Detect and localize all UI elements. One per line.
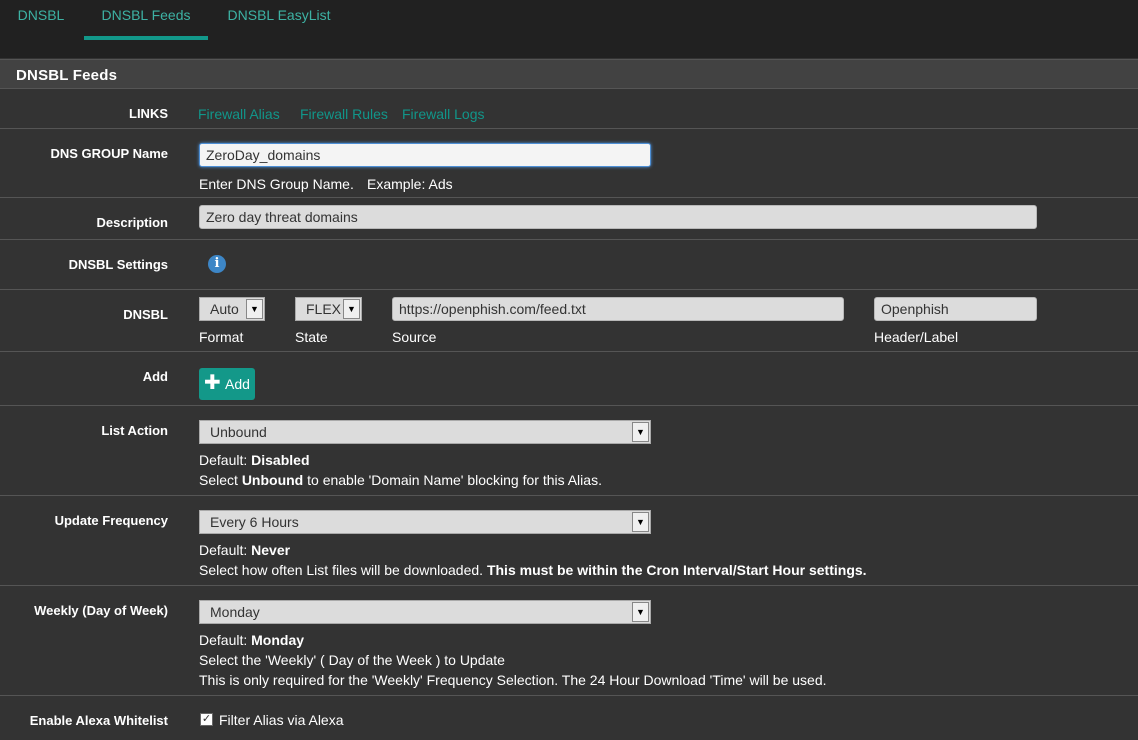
description-label: Description (96, 215, 168, 230)
update-frequency-select[interactable]: Every 6 Hours ▼ (199, 510, 651, 534)
dns-group-name-input[interactable]: ZeroDay_domains (199, 143, 651, 167)
dns-group-label: DNS GROUP Name (50, 146, 168, 161)
weekly-row: Weekly (Day of Week) Monday ▼ Default: M… (0, 586, 1138, 696)
dnsbl-settings-row: DNSBL Settings i (0, 240, 1138, 290)
description-input[interactable]: Zero day threat domains (199, 205, 1037, 229)
dnsbl-settings-label: DNSBL Settings (68, 257, 168, 272)
links-row: LINKS Firewall Alias Firewall Rules Fire… (0, 90, 1138, 129)
links-label: LINKS (129, 106, 168, 121)
format-caption: Format (199, 329, 244, 345)
link-firewall-logs[interactable]: Firewall Logs (402, 106, 484, 122)
format-value: Auto (210, 301, 239, 317)
format-select[interactable]: Auto ▼ (199, 297, 265, 321)
list-action-label: List Action (101, 423, 168, 438)
panel-heading: DNSBL Feeds (0, 59, 1138, 89)
add-row: Add ✚ Add (0, 352, 1138, 406)
panel-title: DNSBL Feeds (16, 67, 118, 84)
chevron-down-icon: ▼ (246, 299, 263, 319)
list-action-value: Unbound (210, 424, 267, 440)
source-input[interactable]: https://openphish.com/feed.txt (392, 297, 844, 321)
list-action-select[interactable]: Unbound ▼ (199, 420, 651, 444)
header-label-caption: Header/Label (874, 329, 959, 345)
weekly-value: Monday (210, 604, 260, 620)
help-bold: This must be within the Cron Interval/St… (486, 562, 867, 578)
default-prefix: Default: (199, 632, 248, 648)
weekly-label: Weekly (Day of Week) (34, 603, 168, 618)
state-select[interactable]: FLEX ▼ (295, 297, 362, 321)
list-action-default: Default: Disabled (199, 452, 310, 468)
weekly-select[interactable]: Monday ▼ (199, 600, 651, 624)
plus-icon: ✚ (204, 372, 221, 394)
alexa-row: Enable Alexa Whitelist ✓ Filter Alias vi… (0, 696, 1138, 740)
description-row: Description Zero day threat domains (0, 198, 1138, 240)
chevron-down-icon: ▼ (632, 422, 649, 442)
update-frequency-label: Update Frequency (54, 513, 168, 528)
tab-dnsbl[interactable]: DNSBL (0, 0, 82, 40)
list-action-help: Select Unbound to enable 'Domain Name' b… (199, 472, 602, 488)
help-text: Select (199, 472, 238, 488)
update-frequency-help: Select how often List files will be down… (199, 562, 867, 578)
state-value: FLEX (306, 301, 342, 317)
help-text: Select how often List files will be down… (199, 562, 484, 578)
help-bold: Unbound (241, 472, 304, 488)
dnsbl-row: DNSBL Auto ▼ Format FLEX ▼ State https:/… (0, 290, 1138, 352)
source-caption: Source (392, 329, 437, 345)
update-frequency-default: Default: Never (199, 542, 290, 558)
chevron-down-icon: ▼ (632, 512, 649, 532)
update-frequency-row: Update Frequency Every 6 Hours ▼ Default… (0, 496, 1138, 586)
default-value: Monday (251, 632, 305, 648)
header-label-input[interactable]: Openphish (874, 297, 1037, 321)
weekly-default: Default: Monday (199, 632, 304, 648)
tab-bar: DNSBL DNSBL Feeds DNSBL EasyList (0, 0, 1138, 58)
alexa-checkbox-label[interactable]: Filter Alias via Alexa (219, 712, 344, 728)
state-caption: State (295, 329, 328, 345)
link-firewall-alias[interactable]: Firewall Alias (198, 106, 280, 122)
dns-group-help: Enter DNS Group Name. (199, 176, 354, 192)
dnsbl-label: DNSBL (123, 307, 168, 322)
weekly-help-2: This is only required for the 'Weekly' F… (199, 672, 827, 688)
alexa-label: Enable Alexa Whitelist (29, 713, 168, 728)
default-prefix: Default: (199, 452, 248, 468)
alexa-checkbox[interactable]: ✓ (200, 713, 213, 726)
add-button[interactable]: ✚ Add (199, 368, 255, 400)
info-icon[interactable]: i (208, 255, 226, 273)
tab-dnsbl-feeds[interactable]: DNSBL Feeds (84, 0, 208, 40)
dns-group-example: Example: Ads (367, 176, 453, 192)
chevron-down-icon: ▼ (343, 299, 360, 319)
dns-group-row: DNS GROUP Name ZeroDay_domains Enter DNS… (0, 129, 1138, 198)
add-label: Add (142, 369, 168, 384)
help-text: to enable 'Domain Name' blocking for thi… (307, 472, 602, 488)
default-prefix: Default: (199, 542, 248, 558)
update-frequency-value: Every 6 Hours (210, 514, 299, 530)
default-value: Never (251, 542, 291, 558)
add-button-label: Add (225, 376, 250, 392)
tab-dnsbl-easylist[interactable]: DNSBL EasyList (208, 0, 350, 40)
list-action-row: List Action Unbound ▼ Default: Disabled … (0, 406, 1138, 496)
default-value: Disabled (251, 452, 310, 468)
link-firewall-rules[interactable]: Firewall Rules (300, 106, 388, 122)
chevron-down-icon: ▼ (632, 602, 649, 622)
weekly-help-1: Select the 'Weekly' ( Day of the Week ) … (199, 652, 505, 668)
